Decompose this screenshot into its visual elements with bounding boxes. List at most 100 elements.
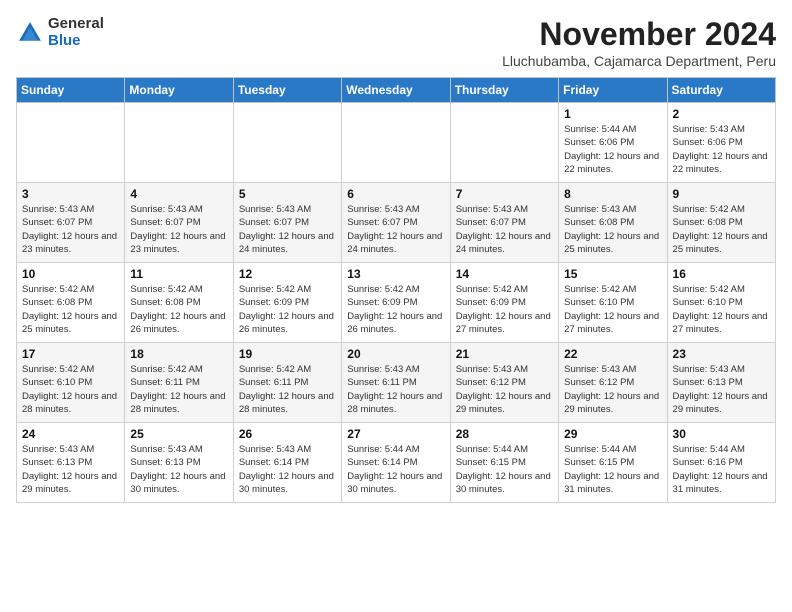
day-number: 29 [564,427,661,441]
day-info: Sunrise: 5:42 AM Sunset: 6:08 PM Dayligh… [22,283,119,336]
calendar-empty-cell [342,103,450,183]
day-info: Sunrise: 5:44 AM Sunset: 6:06 PM Dayligh… [564,123,661,176]
page-header: General Blue November 2024 Lluchubamba, … [16,16,776,69]
calendar-day-13: 13Sunrise: 5:42 AM Sunset: 6:09 PM Dayli… [342,263,450,343]
calendar-day-15: 15Sunrise: 5:42 AM Sunset: 6:10 PM Dayli… [559,263,667,343]
calendar-day-18: 18 Sunrise: 5:42 AM Sunset: 6:11 PM Dayli… [125,343,233,423]
day-info: Sunrise: 5:42 AM Sunset: 6:11 PM Dayligh… [239,363,336,416]
calendar-day-4: 4 Sunrise: 5:43 AM Sunset: 6:07 PM Daylig… [125,183,233,263]
calendar-day-10: 10 Sunrise: 5:42 AM Sunset: 6:08 PM Dayli… [17,263,125,343]
calendar-day-20: 20Sunrise: 5:43 AM Sunset: 6:11 PM Dayli… [342,343,450,423]
day-number: 7 [456,187,553,201]
day-number: 10 [22,267,119,281]
logo: General Blue [16,16,104,49]
day-number: 24 [22,427,119,441]
day-info: Sunrise: 5:44 AM Sunset: 6:15 PM Dayligh… [564,443,661,496]
calendar-week-row: 3 Sunrise: 5:43 AM Sunset: 6:07 PM Daylig… [17,183,776,263]
calendar-day-11: 11 Sunrise: 5:42 AM Sunset: 6:08 PM Dayli… [125,263,233,343]
day-number: 28 [456,427,553,441]
calendar-day-22: 22 Sunrise: 5:43 AM Sunset: 6:12 PM Dayli… [559,343,667,423]
day-number: 19 [239,347,336,361]
calendar-day-7: 7Sunrise: 5:43 AM Sunset: 6:07 PM Daylig… [450,183,558,263]
calendar-day-30: 30 Sunrise: 5:44 AM Sunset: 6:16 PM Dayli… [667,423,775,503]
day-info: Sunrise: 5:43 AM Sunset: 6:07 PM Dayligh… [239,203,336,256]
day-number: 2 [673,107,770,121]
day-info: Sunrise: 5:44 AM Sunset: 6:15 PM Dayligh… [456,443,553,496]
calendar-header-wednesday: Wednesday [342,78,450,103]
day-info: Sunrise: 5:42 AM Sunset: 6:10 PM Dayligh… [564,283,661,336]
day-number: 3 [22,187,119,201]
calendar-day-1: 1 Sunrise: 5:44 AM Sunset: 6:06 PM Daylig… [559,103,667,183]
calendar-week-row: 1 Sunrise: 5:44 AM Sunset: 6:06 PM Daylig… [17,103,776,183]
calendar-empty-cell [233,103,341,183]
day-info: Sunrise: 5:43 AM Sunset: 6:13 PM Dayligh… [130,443,227,496]
day-number: 12 [239,267,336,281]
calendar-day-12: 12 Sunrise: 5:42 AM Sunset: 6:09 PM Dayli… [233,263,341,343]
calendar-week-row: 10 Sunrise: 5:42 AM Sunset: 6:08 PM Dayli… [17,263,776,343]
day-number: 25 [130,427,227,441]
day-number: 18 [130,347,227,361]
calendar-day-17: 17Sunrise: 5:42 AM Sunset: 6:10 PM Dayli… [17,343,125,423]
day-number: 11 [130,267,227,281]
day-info: Sunrise: 5:43 AM Sunset: 6:06 PM Dayligh… [673,123,770,176]
calendar-week-row: 24 Sunrise: 5:43 AM Sunset: 6:13 PM Dayli… [17,423,776,503]
calendar-day-19: 19 Sunrise: 5:42 AM Sunset: 6:11 PM Dayli… [233,343,341,423]
calendar-day-29: 29 Sunrise: 5:44 AM Sunset: 6:15 PM Dayli… [559,423,667,503]
calendar-day-8: 8 Sunrise: 5:43 AM Sunset: 6:08 PM Daylig… [559,183,667,263]
day-info: Sunrise: 5:43 AM Sunset: 6:08 PM Dayligh… [564,203,661,256]
calendar-day-24: 24Sunrise: 5:43 AM Sunset: 6:13 PM Dayli… [17,423,125,503]
logo-icon [16,19,44,47]
logo-blue: Blue [48,33,104,50]
day-number: 16 [673,267,770,281]
calendar-day-21: 21Sunrise: 5:43 AM Sunset: 6:12 PM Dayli… [450,343,558,423]
calendar-day-27: 27Sunrise: 5:44 AM Sunset: 6:14 PM Dayli… [342,423,450,503]
day-info: Sunrise: 5:43 AM Sunset: 6:12 PM Dayligh… [564,363,661,416]
day-info: Sunrise: 5:42 AM Sunset: 6:09 PM Dayligh… [347,283,444,336]
day-info: Sunrise: 5:42 AM Sunset: 6:08 PM Dayligh… [673,203,770,256]
day-info: Sunrise: 5:43 AM Sunset: 6:07 PM Dayligh… [22,203,119,256]
calendar-week-row: 17Sunrise: 5:42 AM Sunset: 6:10 PM Dayli… [17,343,776,423]
calendar-empty-cell [17,103,125,183]
calendar-day-25: 25 Sunrise: 5:43 AM Sunset: 6:13 PM Dayli… [125,423,233,503]
calendar-table: SundayMondayTuesdayWednesdayThursdayFrid… [16,77,776,503]
day-number: 8 [564,187,661,201]
day-info: Sunrise: 5:42 AM Sunset: 6:11 PM Dayligh… [130,363,227,416]
calendar-header-sunday: Sunday [17,78,125,103]
calendar-header-row: SundayMondayTuesdayWednesdayThursdayFrid… [17,78,776,103]
day-info: Sunrise: 5:42 AM Sunset: 6:09 PM Dayligh… [239,283,336,336]
title-block: November 2024 Lluchubamba, Cajamarca Dep… [502,16,776,69]
day-info: Sunrise: 5:43 AM Sunset: 6:11 PM Dayligh… [347,363,444,416]
day-number: 30 [673,427,770,441]
logo-text: General Blue [48,16,104,49]
calendar-day-14: 14Sunrise: 5:42 AM Sunset: 6:09 PM Dayli… [450,263,558,343]
day-info: Sunrise: 5:42 AM Sunset: 6:08 PM Dayligh… [130,283,227,336]
calendar-day-23: 23Sunrise: 5:43 AM Sunset: 6:13 PM Dayli… [667,343,775,423]
calendar-header-monday: Monday [125,78,233,103]
calendar-empty-cell [125,103,233,183]
day-info: Sunrise: 5:43 AM Sunset: 6:07 PM Dayligh… [130,203,227,256]
calendar-day-2: 2 Sunrise: 5:43 AM Sunset: 6:06 PM Daylig… [667,103,775,183]
day-number: 6 [347,187,444,201]
calendar-header-tuesday: Tuesday [233,78,341,103]
calendar-day-3: 3 Sunrise: 5:43 AM Sunset: 6:07 PM Daylig… [17,183,125,263]
calendar-header-friday: Friday [559,78,667,103]
calendar-header-saturday: Saturday [667,78,775,103]
calendar-day-26: 26Sunrise: 5:43 AM Sunset: 6:14 PM Dayli… [233,423,341,503]
calendar-day-5: 5Sunrise: 5:43 AM Sunset: 6:07 PM Daylig… [233,183,341,263]
calendar-day-9: 9Sunrise: 5:42 AM Sunset: 6:08 PM Daylig… [667,183,775,263]
day-info: Sunrise: 5:43 AM Sunset: 6:13 PM Dayligh… [673,363,770,416]
calendar-header-thursday: Thursday [450,78,558,103]
day-info: Sunrise: 5:43 AM Sunset: 6:07 PM Dayligh… [347,203,444,256]
logo-general: General [48,16,104,33]
day-info: Sunrise: 5:43 AM Sunset: 6:14 PM Dayligh… [239,443,336,496]
day-number: 1 [564,107,661,121]
month-title: November 2024 [502,16,776,53]
day-number: 4 [130,187,227,201]
day-info: Sunrise: 5:42 AM Sunset: 6:10 PM Dayligh… [22,363,119,416]
calendar-day-28: 28 Sunrise: 5:44 AM Sunset: 6:15 PM Dayli… [450,423,558,503]
day-number: 22 [564,347,661,361]
calendar-day-6: 6 Sunrise: 5:43 AM Sunset: 6:07 PM Daylig… [342,183,450,263]
day-info: Sunrise: 5:44 AM Sunset: 6:16 PM Dayligh… [673,443,770,496]
day-info: Sunrise: 5:42 AM Sunset: 6:10 PM Dayligh… [673,283,770,336]
day-number: 27 [347,427,444,441]
